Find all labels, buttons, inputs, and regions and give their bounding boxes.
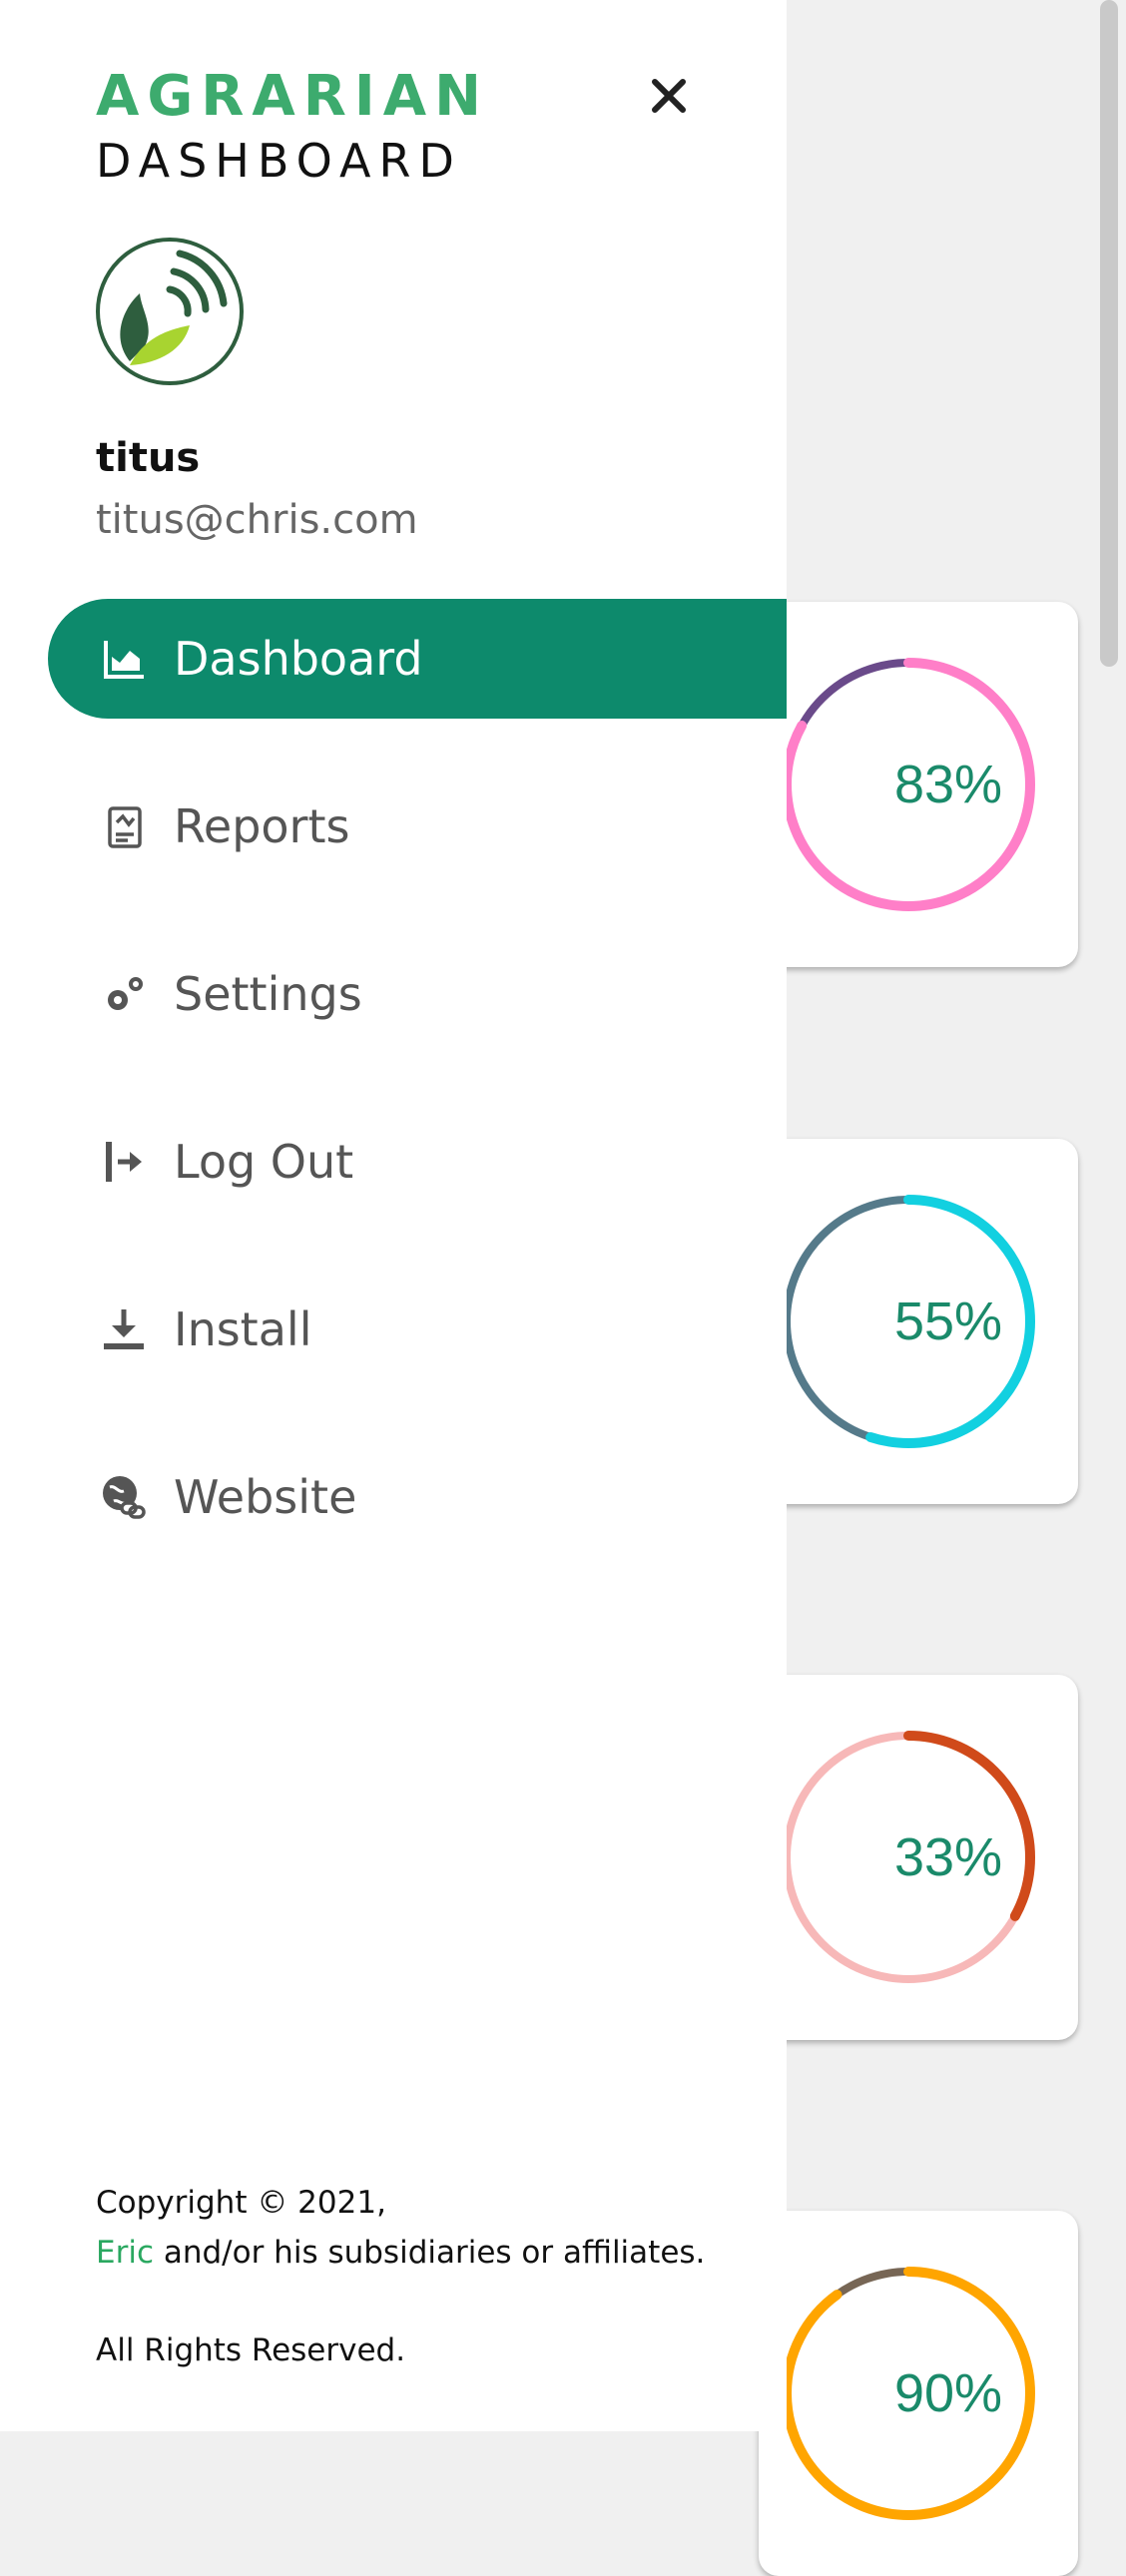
avatar: [96, 238, 244, 385]
gauge-value: 90%: [893, 2363, 1003, 2423]
nav-item-logout[interactable]: Log Out: [48, 1102, 787, 1222]
footer: Copyright © 2021, Eric and/or his subsid…: [96, 2178, 705, 2375]
owner-line: Eric and/or his subsidiaries or affiliat…: [96, 2228, 705, 2278]
nav-item-settings[interactable]: Settings: [48, 934, 787, 1054]
gears-icon: [108, 977, 143, 1010]
report-icon: [108, 806, 142, 848]
gauge-card-1: 83%: [759, 602, 1078, 967]
owner-link[interactable]: Eric: [96, 2235, 154, 2271]
brand-title: AGRARIAN: [96, 64, 489, 129]
scrollbar[interactable]: [1100, 0, 1118, 667]
user-name: titus: [96, 435, 201, 481]
nav-label: Reports: [174, 799, 350, 853]
chart-line-icon: [104, 641, 144, 679]
nav-item-reports[interactable]: Reports: [48, 767, 787, 886]
copyright-text: Copyright © 2021,: [96, 2185, 386, 2221]
nav-label: Install: [174, 1302, 312, 1356]
logout-icon: [106, 1142, 142, 1182]
close-button[interactable]: [639, 66, 699, 126]
close-icon: [652, 79, 686, 113]
nav-label: Website: [174, 1470, 357, 1524]
nav-drawer: AGRARIAN DASHBOARD titus titus@chris.com…: [0, 0, 787, 2431]
nav-label: Log Out: [174, 1135, 354, 1189]
nav-item-install[interactable]: Install: [48, 1270, 787, 1389]
gauge-value: 33%: [893, 1827, 1003, 1887]
nav-item-dashboard[interactable]: Dashboard: [48, 599, 787, 719]
gauge-value: 55%: [893, 1291, 1003, 1351]
brand-subtitle: DASHBOARD: [96, 134, 462, 188]
nav-label: Settings: [174, 967, 362, 1021]
nav-item-website[interactable]: Website: [48, 1437, 787, 1557]
rights-text: All Rights Reserved.: [96, 2332, 406, 2368]
gauge-card-3: 33%: [759, 1675, 1078, 2040]
nav-label: Dashboard: [174, 632, 423, 686]
gauge-value: 83%: [893, 755, 1003, 814]
user-email: titus@chris.com: [96, 497, 418, 543]
globe-link-icon: [103, 1476, 146, 1519]
gauge-card-2: 55%: [759, 1139, 1078, 1504]
gauge-card-4: 90%: [759, 2211, 1078, 2576]
leaf-signal-icon: [120, 250, 228, 365]
owner-text: and/or his subsidiaries or affiliates.: [154, 2235, 706, 2271]
download-icon: [104, 1309, 144, 1349]
